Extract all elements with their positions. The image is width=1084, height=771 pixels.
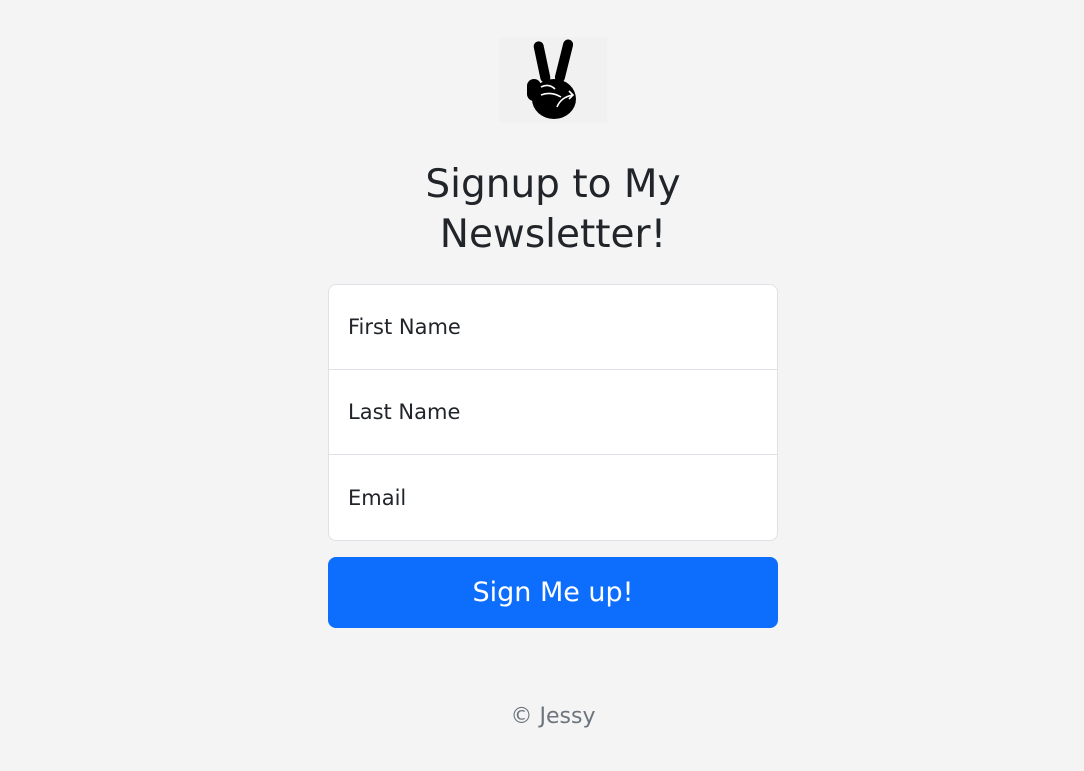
footer-copyright: © Jessy [510, 704, 596, 729]
signup-form: First Name Last Name Email [328, 284, 778, 541]
last-name-field[interactable]: Last Name [329, 370, 777, 455]
email-field[interactable]: Email [329, 455, 777, 540]
sign-me-up-button[interactable]: Sign Me up! [328, 557, 778, 628]
signup-page: Signup to My Newsletter! First Name Last… [0, 0, 1084, 771]
page-title: Signup to My Newsletter! [425, 162, 681, 257]
first-name-field[interactable]: First Name [329, 285, 777, 370]
logo [499, 37, 607, 123]
victory-hand-icon [527, 39, 576, 119]
